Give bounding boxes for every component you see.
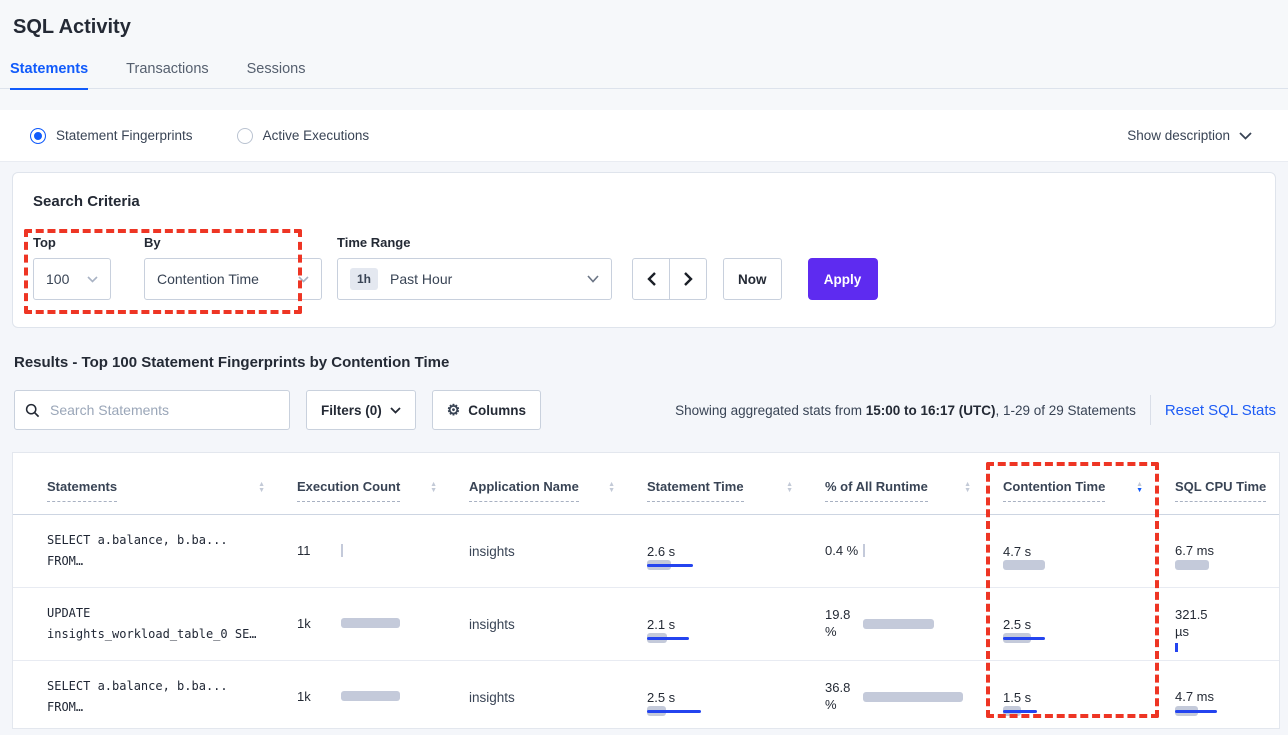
bar-chart [341, 617, 469, 630]
by-select[interactable]: Contention Time [144, 258, 322, 300]
search-statements-box[interactable] [14, 390, 290, 430]
sort-icons: ▲▼ [786, 482, 793, 502]
chevron-down-icon [587, 275, 599, 283]
radio-statement-fingerprints[interactable]: Statement Fingerprints [30, 128, 193, 144]
contention-time-cell: 1.5 s [1003, 690, 1175, 705]
chevron-left-icon [647, 272, 656, 286]
statement-time-cell: 2.6 s [647, 544, 825, 559]
chevron-down-icon [298, 276, 309, 283]
column-header-runtime-pct[interactable]: % of All Runtime ▲▼ [825, 479, 1003, 514]
column-header-execution-count[interactable]: Execution Count ▲▼ [297, 479, 469, 514]
table-header-row: Statements ▲▼ Execution Count ▲▼ Applica… [13, 453, 1279, 515]
execution-count-cell: 1k [297, 616, 469, 633]
bar-chart [341, 544, 469, 557]
top-label: Top [33, 235, 111, 250]
search-statements-input[interactable] [48, 401, 279, 419]
apply-button[interactable]: Apply [808, 258, 878, 300]
statement-time-cell: 2.5 s [647, 690, 825, 705]
table-row[interactable]: UPDATE insights_workload_table_0 SE… 1k … [13, 588, 1279, 661]
column-header-sql-cpu-time[interactable]: SQL CPU Time [1175, 479, 1279, 514]
reset-sql-stats-link[interactable]: Reset SQL Stats [1165, 402, 1276, 419]
search-icon [25, 403, 40, 418]
tab-bar: Statements Transactions Sessions [10, 61, 305, 89]
sql-cpu-time-cell: 4.7 ms [1175, 689, 1279, 706]
view-mode-bar: Statement Fingerprints Active Executions… [0, 110, 1288, 162]
column-header-application-name[interactable]: Application Name ▲▼ [469, 479, 647, 514]
tab-statements[interactable]: Statements [10, 61, 88, 90]
table-row[interactable]: SELECT a.balance, b.ba... FROM… 1k insig… [13, 661, 1279, 729]
execution-count-cell: 1k [297, 689, 469, 706]
sort-icons: ▲▼ [964, 482, 971, 502]
column-header-statements[interactable]: Statements ▲▼ [47, 479, 297, 514]
search-criteria-panel: Search Criteria Top 100 By Contention Ti… [12, 172, 1276, 328]
show-description-toggle[interactable]: Show description [1127, 128, 1252, 143]
time-range-label: Time Range [337, 235, 612, 250]
runtime-pct-cell: 36.8 % [825, 680, 1003, 714]
sql-cpu-time-cell: 6.7 ms [1175, 543, 1279, 560]
search-criteria-heading: Search Criteria [33, 193, 1255, 210]
statement-link[interactable]: UPDATE insights_workload_table_0 SE… [47, 603, 297, 645]
statement-link[interactable]: SELECT a.balance, b.ba... FROM… [47, 676, 297, 718]
bar-chart [341, 690, 469, 703]
gear-icon: ⚙ [447, 401, 460, 419]
bar-chart [863, 618, 1003, 631]
statements-table: Statements ▲▼ Execution Count ▲▼ Applica… [12, 452, 1280, 729]
toolbar-divider [1150, 395, 1151, 425]
time-range-select[interactable]: 1h Past Hour [337, 258, 612, 300]
runtime-pct-cell: 19.8 % [825, 607, 1003, 641]
results-heading: Results - Top 100 Statement Fingerprints… [14, 354, 1288, 371]
table-row[interactable]: SELECT a.balance, b.ba... FROM… 11 insig… [13, 515, 1279, 588]
application-name-cell: insights [469, 617, 647, 632]
time-next-button[interactable] [669, 258, 707, 300]
time-nav-group [632, 258, 707, 300]
bar-chart [863, 691, 1003, 704]
now-button[interactable]: Now [723, 258, 782, 300]
statement-time-cell: 2.1 s [647, 617, 825, 632]
runtime-pct-cell: 0.4 % [825, 543, 1003, 560]
column-header-contention-time[interactable]: Contention Time ▲▼ [1003, 479, 1175, 514]
sort-icons: ▲▼ [258, 482, 265, 502]
sql-cpu-time-cell: 321.5 µs [1175, 607, 1279, 641]
by-label: By [144, 235, 322, 250]
contention-time-cell: 2.5 s [1003, 617, 1175, 632]
chevron-down-icon [1239, 132, 1252, 140]
chevron-down-icon [390, 407, 401, 414]
execution-count-cell: 11 [297, 543, 469, 560]
contention-time-cell: 4.7 s [1003, 544, 1175, 559]
application-name-cell: insights [469, 544, 647, 559]
radio-selected-icon [30, 128, 46, 144]
time-prev-button[interactable] [632, 258, 670, 300]
column-header-statement-time[interactable]: Statement Time ▲▼ [647, 479, 825, 514]
sort-icons: ▲▼ [608, 482, 615, 502]
sort-icons: ▲▼ [430, 482, 437, 502]
columns-button[interactable]: ⚙ Columns [432, 390, 541, 430]
chevron-right-icon [684, 272, 693, 286]
filters-button[interactable]: Filters (0) [306, 390, 416, 430]
aggregated-stats-text: Showing aggregated stats from 15:00 to 1… [675, 403, 1136, 418]
tab-sessions[interactable]: Sessions [247, 61, 306, 89]
bar-chart [863, 544, 1003, 557]
sort-icons-active-desc: ▲▼ [1136, 482, 1143, 502]
radio-unselected-icon [237, 128, 253, 144]
radio-active-executions[interactable]: Active Executions [237, 128, 370, 144]
top-select[interactable]: 100 [33, 258, 111, 300]
page-title: SQL Activity [0, 0, 1288, 39]
chevron-down-icon [87, 276, 98, 283]
page-header: SQL Activity Statements Transactions Ses… [0, 0, 1288, 110]
application-name-cell: insights [469, 690, 647, 705]
statement-link[interactable]: SELECT a.balance, b.ba... FROM… [47, 530, 297, 572]
tab-transactions[interactable]: Transactions [126, 61, 208, 89]
time-range-badge: 1h [350, 268, 378, 290]
results-toolbar: Filters (0) ⚙ Columns Showing aggregated… [14, 390, 1276, 430]
